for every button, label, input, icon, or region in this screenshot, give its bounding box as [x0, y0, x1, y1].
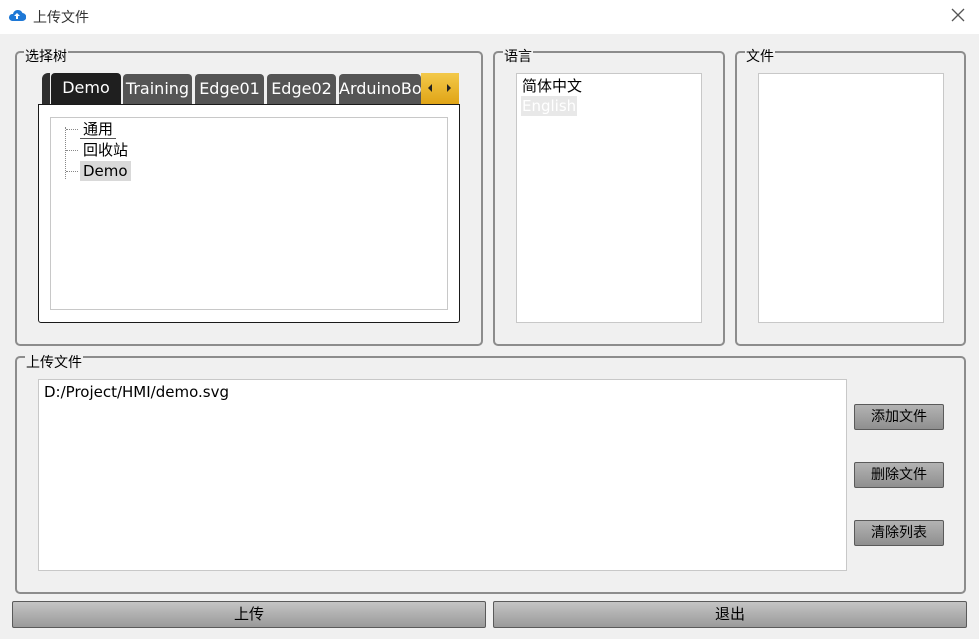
tab-edge02[interactable]: Edge02: [267, 74, 336, 104]
tree-item-demo[interactable]: Demo: [80, 161, 131, 181]
cloud-upload-icon: [9, 9, 26, 22]
exit-button[interactable]: 退出: [493, 601, 967, 628]
tab-arduinobo[interactable]: ArduinoBo: [339, 74, 421, 104]
upload-group-title: 上传文件: [25, 355, 83, 371]
tree-view[interactable]: 通用 回收站 Demo: [50, 117, 448, 310]
tab-scroll-right-button[interactable]: [440, 73, 459, 104]
tab-demo[interactable]: Demo: [51, 73, 121, 104]
add-file-button[interactable]: 添加文件: [854, 404, 944, 430]
language-item-en[interactable]: English: [521, 96, 578, 116]
clear-list-button[interactable]: 清除列表: [854, 520, 944, 546]
delete-file-button[interactable]: 删除文件: [854, 462, 944, 488]
upload-button[interactable]: 上传: [12, 601, 486, 628]
tree-branch-line: [66, 129, 78, 130]
tab-edge01[interactable]: Edge01: [195, 74, 264, 104]
tree-branch-line: [66, 150, 78, 151]
arrow-right-icon: [447, 84, 451, 92]
file-list[interactable]: [758, 73, 944, 323]
language-item-zh[interactable]: 简体中文: [521, 76, 583, 96]
tree-group-title: 选择树: [24, 49, 68, 65]
language-group-title: 语言: [503, 49, 533, 65]
tree-item-recycle-bin[interactable]: 回收站: [80, 140, 131, 160]
upload-file-list[interactable]: D:/Project/HMI/demo.svg: [38, 379, 847, 571]
arrow-left-icon: [428, 84, 432, 92]
tab-scroll-left-button[interactable]: [421, 73, 440, 104]
window-title: 上传文件: [33, 10, 89, 26]
title-bar: 上传文件: [0, 0, 979, 34]
upload-file-item[interactable]: D:/Project/HMI/demo.svg: [43, 382, 230, 402]
close-icon[interactable]: [948, 5, 968, 25]
tab-left-edge: [42, 73, 50, 104]
tree-branch-line: [66, 171, 78, 172]
file-group-title: 文件: [745, 49, 775, 65]
tab-training[interactable]: Training: [123, 74, 192, 104]
language-list[interactable]: 简体中文 English: [516, 73, 702, 323]
tree-item-general[interactable]: 通用: [80, 119, 117, 139]
